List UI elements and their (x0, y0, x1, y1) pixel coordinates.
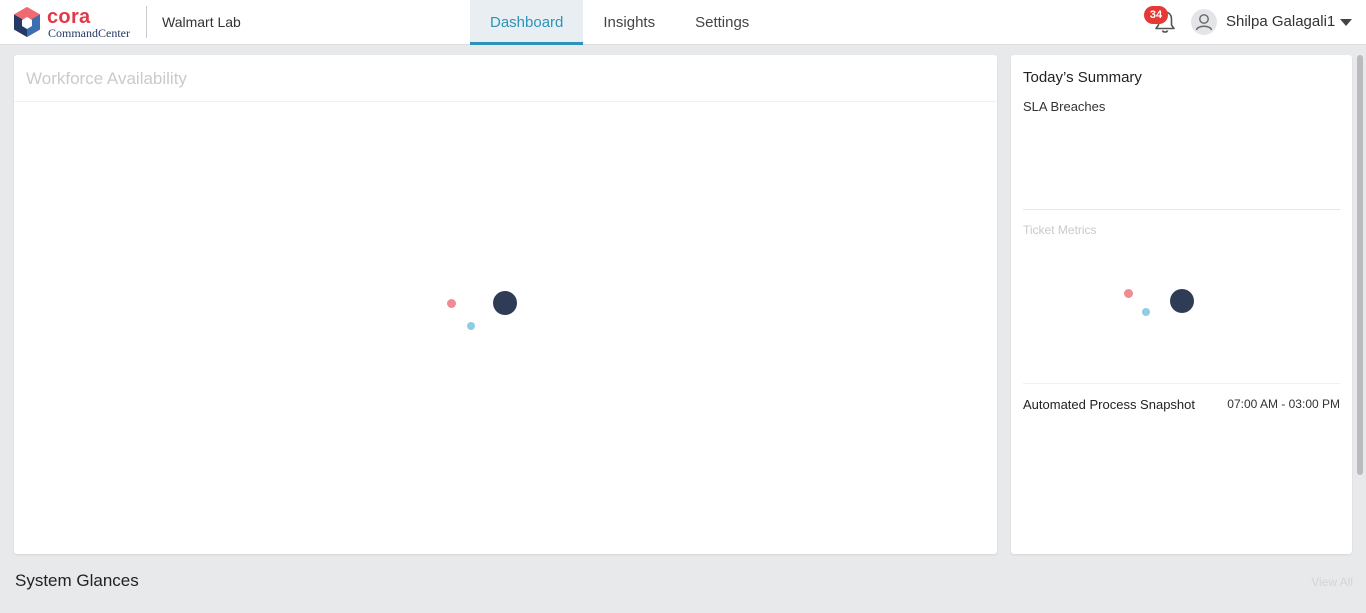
section-divider (1023, 383, 1340, 384)
loader-dot-dark (493, 291, 517, 315)
view-all-link[interactable]: View All (1311, 575, 1353, 589)
page-scrollbar[interactable] (1357, 55, 1363, 475)
logo-subtitle: CommandCenter (48, 26, 130, 40)
tab-settings[interactable]: Settings (675, 0, 769, 45)
user-avatar-icon[interactable] (1191, 9, 1217, 35)
cora-commandcenter-logo[interactable]: cora CommandCenter (14, 6, 134, 40)
loader-dot-dark (1170, 289, 1194, 313)
caret-down-icon[interactable] (1340, 19, 1352, 26)
loader-dot-red (447, 299, 456, 308)
person-icon (1195, 14, 1213, 31)
cora-hexagon-logo-icon (14, 7, 40, 37)
loader-dot-blue (467, 322, 475, 330)
automated-process-snapshot-label: Automated Process Snapshot (1023, 397, 1195, 412)
ticket-metrics-label: Ticket Metrics (1023, 223, 1097, 237)
loader-dot-blue (1142, 308, 1150, 316)
user-name[interactable]: Shilpa Galagali1 (1226, 13, 1335, 30)
todays-summary-panel: Today’s Summary SLA Breaches Ticket Metr… (1011, 55, 1352, 554)
panel-divider (14, 101, 997, 102)
top-navigation-bar: cora CommandCenter Walmart Lab Dashboard… (0, 0, 1366, 45)
sla-breaches-label: SLA Breaches (1023, 99, 1106, 114)
loading-spinner (1124, 289, 1204, 329)
panel-title: Today’s Summary (1023, 69, 1142, 86)
snapshot-time-range: 07:00 AM - 03:00 PM (1227, 397, 1340, 411)
system-glances-heading: System Glances (15, 571, 139, 590)
loading-spinner (447, 291, 527, 331)
loader-dot-red (1124, 289, 1133, 298)
workforce-availability-panel: Workforce Availability (14, 55, 997, 554)
main-nav-tabs: Dashboard Insights Settings (470, 0, 769, 45)
panel-title: Workforce Availability (26, 69, 187, 88)
notification-count-badge[interactable]: 34 (1144, 6, 1168, 24)
header-divider (146, 6, 147, 38)
section-divider (1023, 209, 1340, 210)
organization-name: Walmart Lab (162, 14, 241, 30)
tab-insights[interactable]: Insights (583, 0, 675, 45)
tab-dashboard[interactable]: Dashboard (470, 0, 584, 45)
